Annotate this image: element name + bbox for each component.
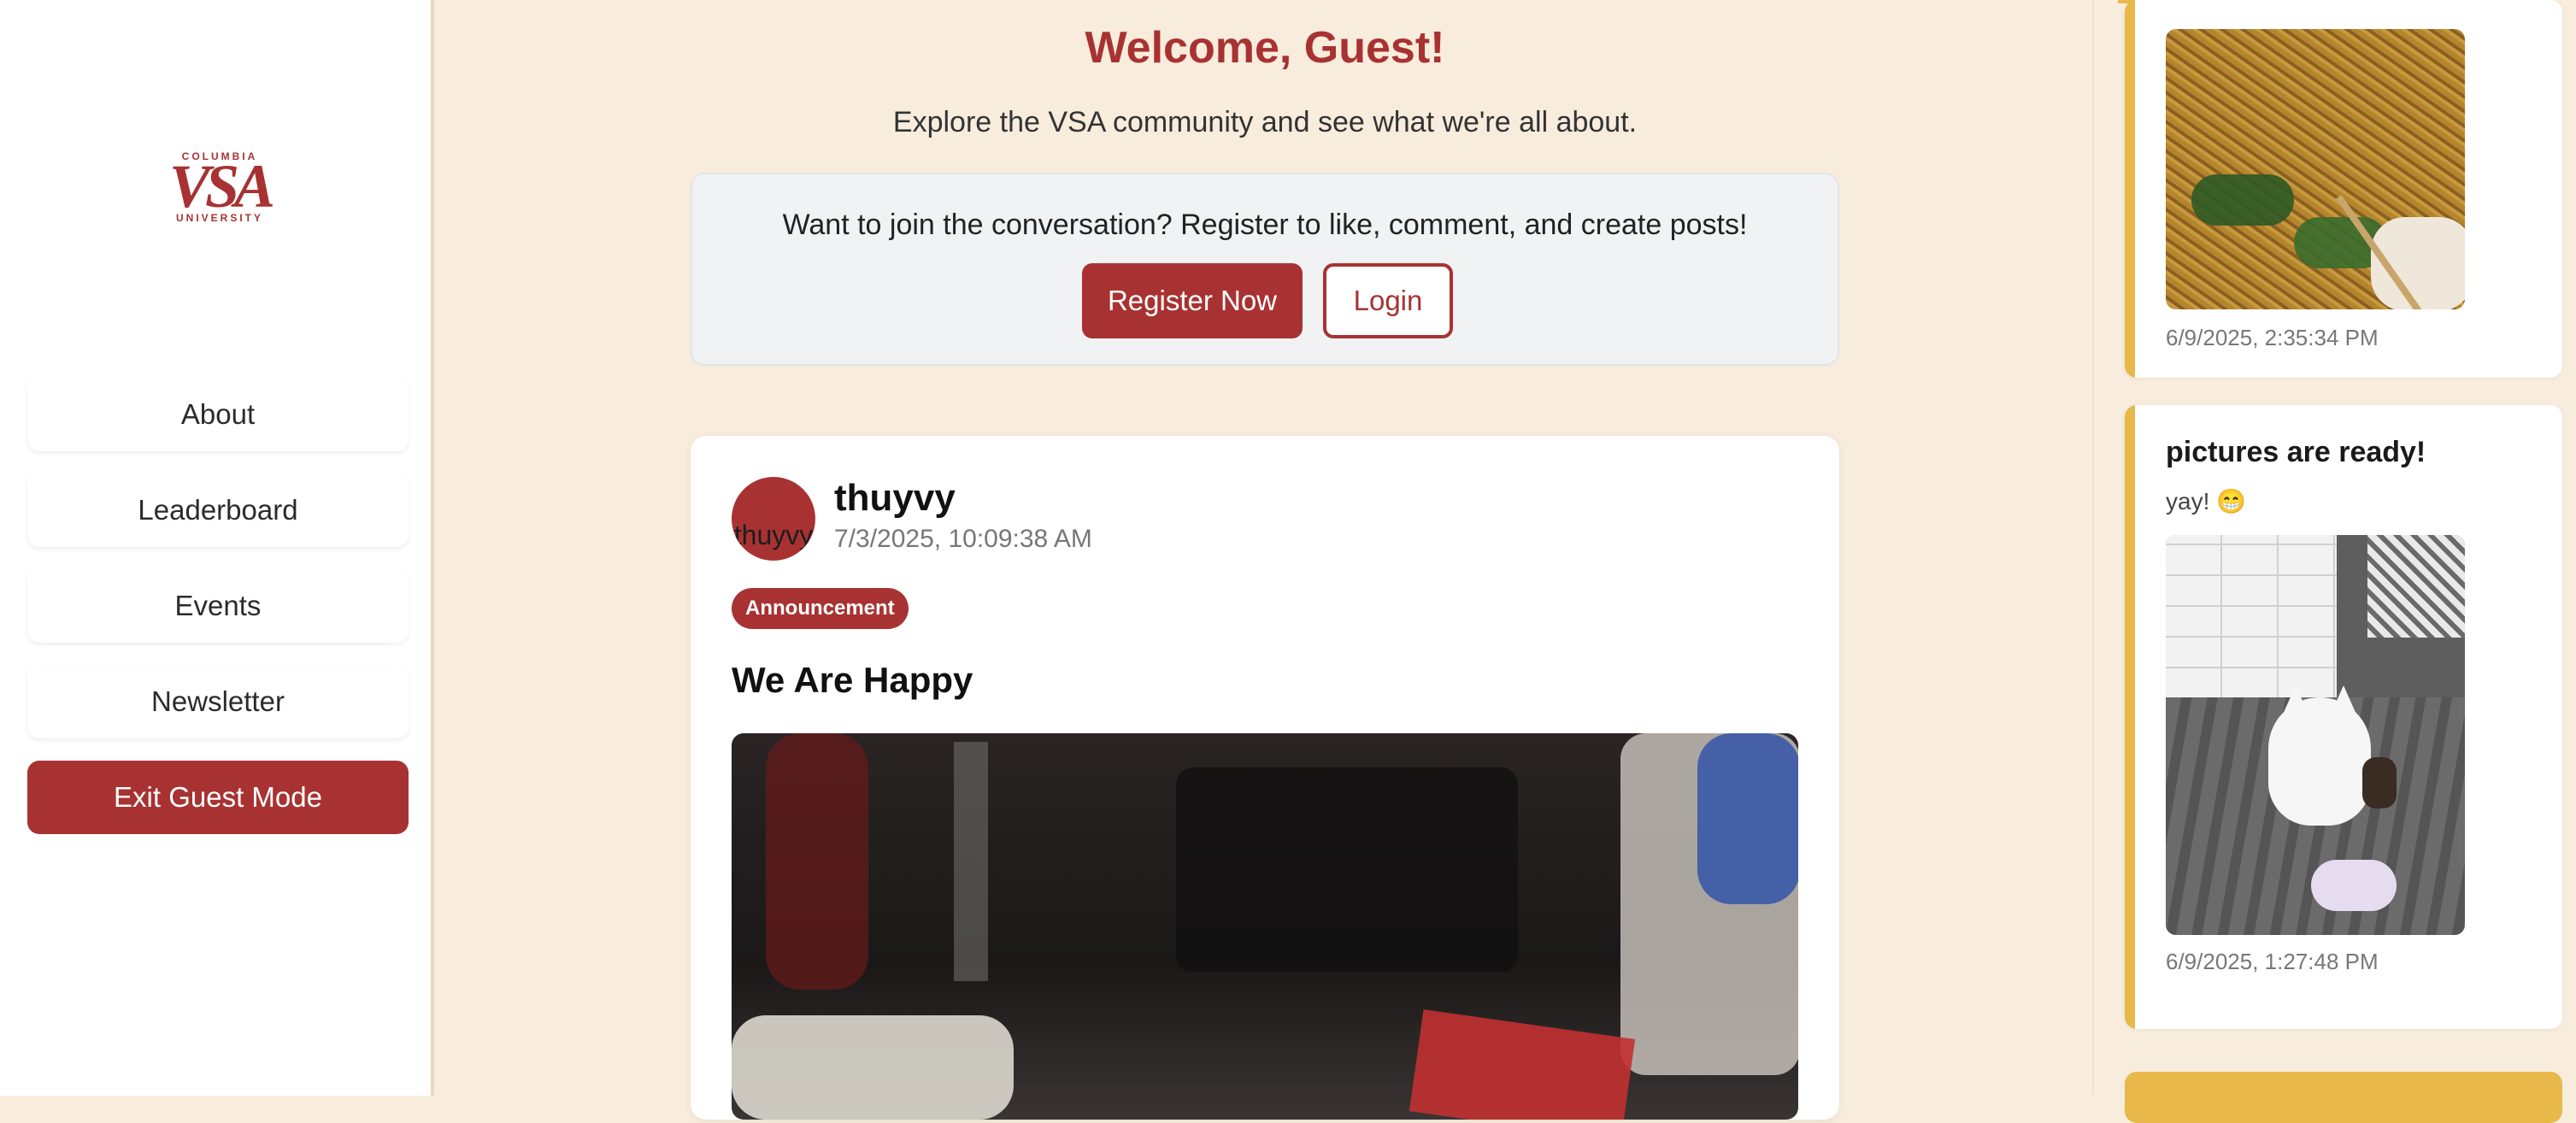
feed-card-title: pictures are ready! [2166, 436, 2426, 468]
logo-bottom-text: UNIVERSITY [175, 212, 263, 224]
vsa-logo[interactable]: COLUMBIA VSA UNIVERSITY [164, 147, 275, 229]
feed-card-partial[interactable] [2125, 1072, 2562, 1123]
feed-card-accent [2125, 405, 2135, 1029]
page-subtitle: Explore the VSA community and see what w… [892, 106, 1638, 138]
post-card: thuyvy thuyvy 7/3/2025, 10:09:38 AM Anno… [691, 436, 1839, 1120]
post-timestamp: 7/3/2025, 10:09:38 AM [834, 525, 1092, 553]
page-title: Welcome, Guest! [1085, 23, 1445, 73]
dog-plush-toy [2311, 860, 2397, 911]
food-greens [2191, 174, 2294, 226]
feed-card-image[interactable] [2166, 29, 2465, 309]
join-prompt: Want to join the conversation? Register … [691, 173, 1839, 366]
register-now-button[interactable]: Register Now [1082, 263, 1303, 338]
feed-card-accent [2125, 0, 2135, 378]
photo-shadow [1176, 767, 1518, 973]
sidebar-item-newsletter[interactable]: Newsletter [27, 665, 409, 738]
logo-main-text: VSA [168, 152, 275, 220]
feed-card-image[interactable] [2166, 535, 2465, 935]
dog [2268, 697, 2371, 826]
photo-red-envelope [1409, 1009, 1636, 1120]
dog-toy [2362, 757, 2397, 808]
sidebar-item-leaderboard[interactable]: Leaderboard [27, 473, 409, 547]
post-username[interactable]: thuyvy [834, 477, 956, 520]
feed-card-timestamp: 6/9/2025, 1:27:48 PM [2166, 949, 2379, 974]
post-title: We Are Happy [732, 660, 973, 700]
exit-guest-mode-button[interactable]: Exit Guest Mode [27, 761, 409, 834]
post-image[interactable] [732, 733, 1798, 1120]
feed-card[interactable]: pictures are ready! yay! 😁 6/9/2025, 1:2… [2125, 405, 2562, 1029]
sidebar-item-about[interactable]: About [27, 378, 409, 451]
feed-card-timestamp: 6/9/2025, 2:35:34 PM [2166, 325, 2379, 350]
photo-patterned-tiles [2367, 535, 2465, 638]
feed-card[interactable]: 6/9/2025, 2:35:34 PM [2125, 0, 2562, 378]
feed-card-body: yay! 😁 [2166, 488, 2246, 514]
photo-gray-shape [954, 742, 988, 981]
photo-wall-tiles [2166, 535, 2337, 697]
recent-posts-feed: 6/9/2025, 2:35:34 PM pictures are ready!… [2092, 0, 2576, 1123]
photo-blue-shape [1697, 733, 1798, 904]
login-button[interactable]: Login [1323, 263, 1453, 338]
avatar[interactable]: thuyvy [732, 477, 815, 561]
photo-red-shape [766, 733, 868, 990]
photo-napkin-shape [732, 1015, 1014, 1120]
join-prompt-text: Want to join the conversation? Register … [782, 209, 1748, 241]
sidebar-item-events[interactable]: Events [27, 569, 409, 643]
post-tag-badge: Announcement [732, 588, 909, 629]
sidebar: COLUMBIA VSA UNIVERSITY About Leaderboar… [0, 0, 434, 1096]
avatar-alt-text: thuyvy [733, 520, 814, 550]
